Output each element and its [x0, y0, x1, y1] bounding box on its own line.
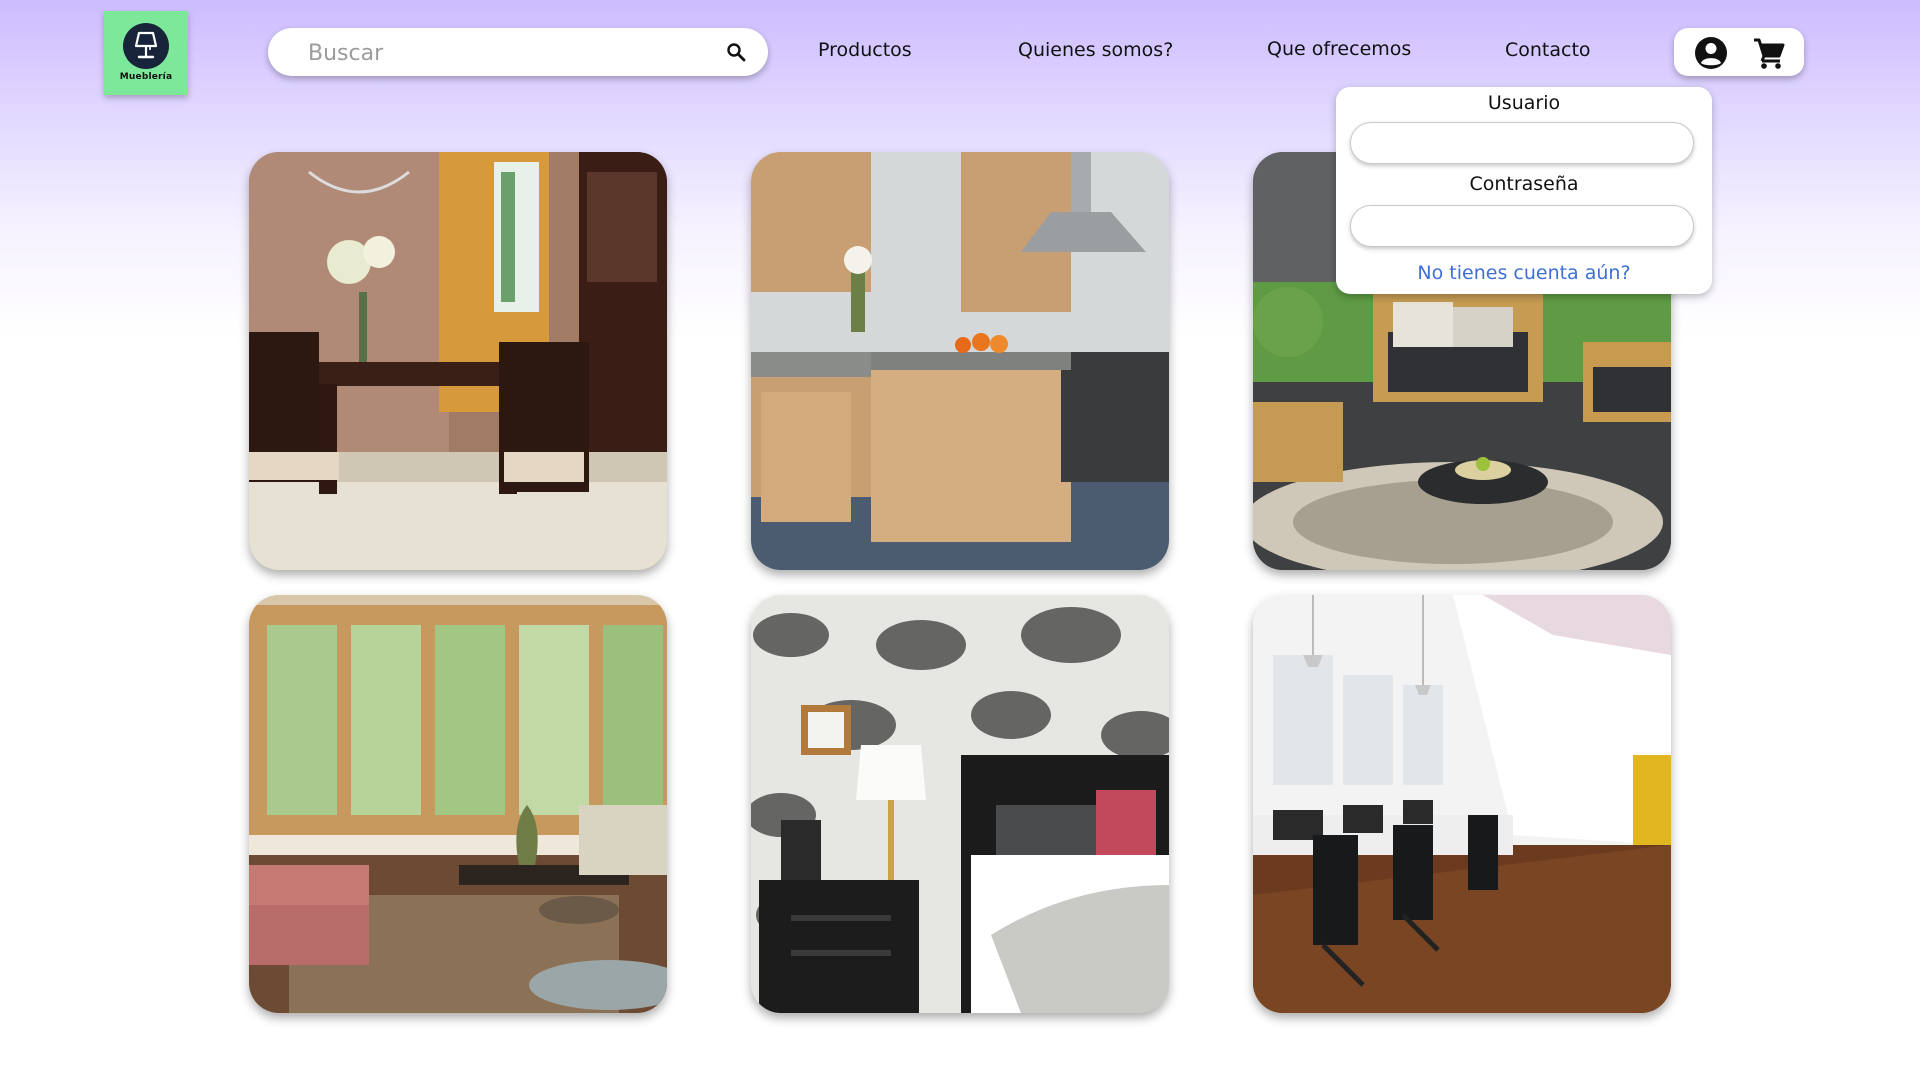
gallery-tile-kitchen[interactable]: [751, 152, 1169, 570]
search-bar: [268, 28, 768, 76]
gallery-tile-living-room[interactable]: [249, 595, 667, 1013]
lamp-icon: [123, 23, 169, 69]
user-label: Usuario: [1487, 92, 1561, 114]
nav-quienes-somos[interactable]: Quienes somos?: [1018, 39, 1173, 61]
bedroom-image: [751, 595, 1169, 1013]
living-room-image: [249, 595, 667, 1013]
password-field[interactable]: [1350, 205, 1694, 247]
shopping-cart-icon[interactable]: [1752, 36, 1786, 70]
login-dropdown: Usuario Contraseña No tienes cuenta aún?: [1336, 87, 1712, 294]
nav-productos[interactable]: Productos: [818, 39, 912, 61]
kitchen-image: [751, 152, 1169, 570]
password-label: Contraseña: [1469, 173, 1579, 195]
signup-link[interactable]: No tienes cuenta aún?: [1336, 262, 1712, 284]
dining-room-image: [249, 152, 667, 570]
gallery-tile-bedroom[interactable]: [751, 595, 1169, 1013]
search-input[interactable]: [306, 38, 690, 68]
gallery-tile-dining-room[interactable]: [249, 152, 667, 570]
brand-name: Mueblería: [119, 72, 173, 82]
account-actions: [1674, 28, 1804, 76]
nav-que-ofrecemos[interactable]: Que ofrecemos: [1267, 38, 1411, 60]
gallery-tile-office[interactable]: [1253, 595, 1671, 1013]
user-field[interactable]: [1350, 122, 1694, 164]
brand-logo[interactable]: Mueblería: [104, 11, 188, 95]
account-circle-icon[interactable]: [1694, 36, 1728, 70]
search-icon[interactable]: [724, 40, 748, 64]
office-image: [1253, 595, 1671, 1013]
nav-contacto[interactable]: Contacto: [1505, 39, 1591, 61]
